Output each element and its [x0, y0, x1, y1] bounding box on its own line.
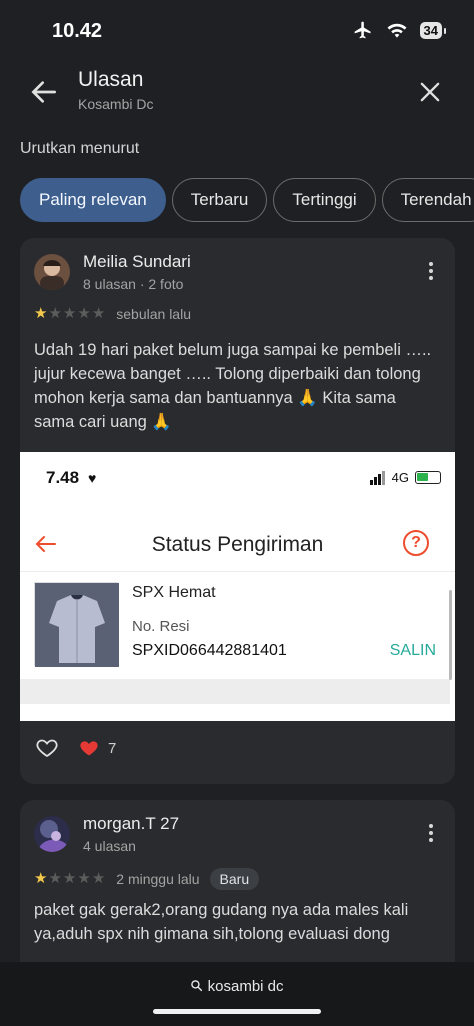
signal-icon	[369, 470, 386, 485]
resi-label: No. Resi	[132, 618, 190, 635]
wifi-icon	[387, 23, 406, 38]
heart-reaction-icon	[80, 741, 98, 756]
heart-icon: ♥	[88, 470, 97, 486]
search-icon	[191, 980, 203, 992]
photo-header: Status Pengiriman ?	[20, 516, 455, 572]
shirt-image	[35, 583, 119, 667]
like-icon[interactable]	[34, 736, 60, 760]
resi-number: SPXID066442881401	[132, 642, 287, 659]
chip-most-relevant[interactable]: Paling relevan	[20, 178, 166, 222]
rating-row: ★ ★ ★ ★ ★ sebulan lalu	[34, 305, 191, 323]
copy-button: SALIN	[389, 642, 436, 659]
page-subtitle: Kosambi Dc	[78, 96, 154, 112]
star-icon: ★	[62, 305, 77, 322]
star-icon: ★	[77, 305, 91, 322]
star-icon: ★	[91, 870, 106, 887]
airplane-icon	[354, 21, 371, 39]
header: Ulasan Kosambi Dc	[0, 60, 474, 124]
review-time: sebulan lalu	[116, 306, 191, 322]
star-icon: ★	[77, 870, 91, 887]
arrow-left-icon	[31, 81, 56, 103]
star-icon: ★	[48, 305, 62, 322]
status-bar: 10.42 34	[0, 0, 474, 60]
review-text: Udah 19 hari paket belum juga sampai ke …	[34, 341, 432, 431]
sort-chips: Paling relevan Terbaru Tertinggi Terendah	[20, 178, 474, 222]
photo-footer	[20, 680, 450, 704]
reaction-count: 7	[108, 739, 117, 757]
photo-title: Status Pengiriman	[151, 533, 324, 556]
battery-icon	[415, 471, 441, 484]
close-icon	[420, 82, 440, 102]
more-options-button[interactable]	[425, 824, 437, 846]
reviewer-meta: 8 ulasan · 2 foto	[83, 276, 184, 292]
photo-status-time: 7.48	[46, 468, 80, 487]
review-photo[interactable]: 7.48 ♥ 4G Status Pengiriman ? SPX Hemat …	[20, 452, 455, 721]
status-icons: 34	[352, 20, 447, 40]
reviewer-name[interactable]: Meilia Sundari	[83, 252, 191, 272]
back-button[interactable]	[28, 76, 60, 108]
avatar-image	[34, 254, 70, 290]
address-text: kosambi dc	[207, 978, 284, 995]
review-time: 2 minggu lalu	[116, 871, 200, 887]
star-icon: ★	[91, 305, 106, 322]
star-icon: ★	[48, 870, 62, 887]
product-thumbnail	[34, 582, 119, 667]
battery-indicator: 34	[419, 21, 447, 39]
star-icon: ★	[62, 870, 77, 887]
reviewer-name[interactable]: morgan.T 27	[83, 814, 179, 834]
reactions-button[interactable]: 7	[78, 738, 116, 758]
review-actions: 7	[34, 736, 116, 760]
bottom-bar: kosambi dc	[0, 962, 474, 1026]
avatar[interactable]	[34, 816, 70, 852]
page-title: Ulasan	[78, 68, 144, 91]
close-button[interactable]	[416, 78, 444, 106]
review-card: Meilia Sundari 8 ulasan · 2 foto ★ ★ ★ ★ ★ s…	[20, 238, 455, 784]
sort-label: Urutkan menurut	[20, 140, 140, 157]
reviewer-meta: 4 ulasan	[83, 838, 136, 854]
shipment-item: SPX Hemat No. Resi SPXID066442881401 SAL…	[20, 572, 450, 680]
network-label: 4G	[391, 470, 409, 485]
avatar-image	[34, 816, 70, 852]
service-name: SPX Hemat	[132, 584, 216, 601]
chip-highest[interactable]: Tertinggi	[273, 178, 376, 222]
review-text: paket gak gerak2,orang gudang nya ada ma…	[34, 901, 409, 943]
status-time: 10.42	[52, 20, 103, 42]
chip-newest[interactable]: Terbaru	[171, 178, 268, 222]
photo-scrollbar	[449, 590, 452, 680]
avatar[interactable]	[34, 254, 70, 290]
chip-lowest[interactable]: Terendah	[381, 178, 474, 222]
help-icon: ?	[403, 530, 429, 556]
home-indicator[interactable]	[153, 1009, 321, 1014]
star-icon: ★	[34, 305, 48, 322]
more-options-button[interactable]	[425, 262, 437, 284]
star-icon: ★	[34, 870, 48, 887]
rating-row: ★ ★ ★ ★ ★ 2 minggu lalu Baru	[34, 868, 260, 890]
new-badge: Baru	[209, 868, 260, 890]
address-bar[interactable]: kosambi dc	[0, 978, 474, 995]
photo-status-icons: 4G	[369, 470, 441, 485]
